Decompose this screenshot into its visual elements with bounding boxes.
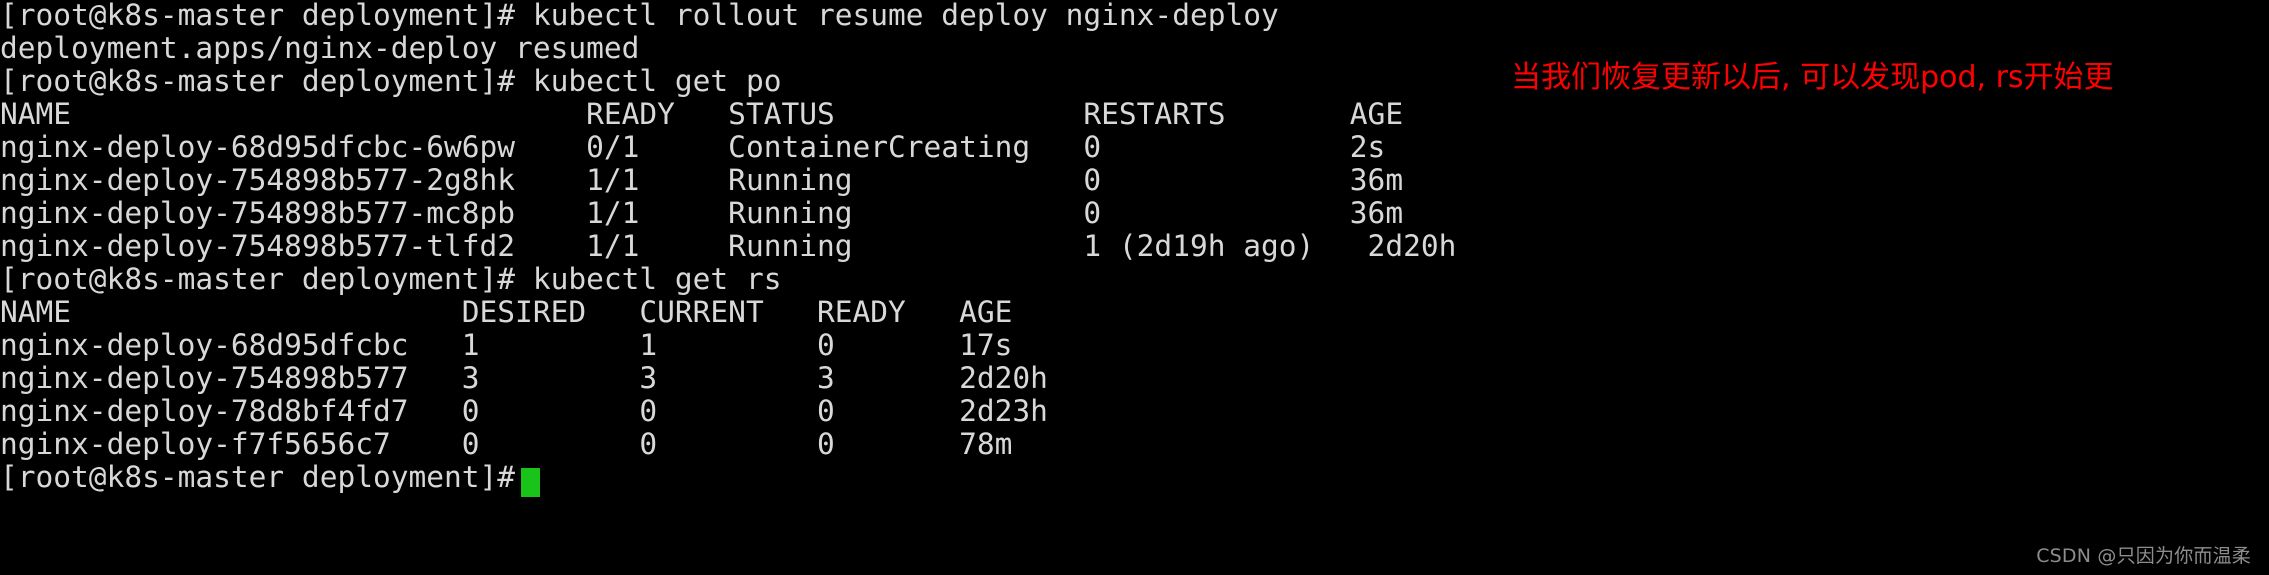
terminal-line-command-get-po: [root@k8s-master deployment]# kubectl ge… (0, 64, 782, 98)
terminal-line-output-resumed: deployment.apps/nginx-deploy resumed (0, 31, 640, 65)
csdn-watermark: CSDN @只因为你而温柔 (2036, 545, 2251, 567)
terminal-line-prompt-active: [root@k8s-master deployment]# (0, 460, 516, 494)
terminal-line-rs-row-3: nginx-deploy-78d8bf4fd7 0 0 0 2d23h (0, 394, 1048, 428)
terminal-line-command-get-rs: [root@k8s-master deployment]# kubectl ge… (0, 262, 782, 296)
terminal-line-rs-row-4: nginx-deploy-f7f5656c7 0 0 0 78m (0, 427, 1013, 461)
terminal-cursor (521, 468, 540, 497)
terminal-line-pod-row-2: nginx-deploy-754898b577-2g8hk 1/1 Runnin… (0, 163, 1404, 197)
terminal-window[interactable]: [root@k8s-master deployment]# kubectl ro… (0, 0, 2269, 575)
terminal-line-rs-row-1: nginx-deploy-68d95dfcbc 1 1 0 17s (0, 328, 1013, 362)
terminal-line-rs-table-header: NAME DESIRED CURRENT READY AGE (0, 295, 1013, 329)
terminal-line-pod-row-3: nginx-deploy-754898b577-mc8pb 1/1 Runnin… (0, 196, 1404, 230)
terminal-line-rs-row-2: nginx-deploy-754898b577 3 3 3 2d20h (0, 361, 1048, 395)
terminal-line-pod-row-4: nginx-deploy-754898b577-tlfd2 1/1 Runnin… (0, 229, 1457, 263)
terminal-line-pod-table-header: NAME READY STATUS RESTARTS AGE (0, 97, 1404, 131)
terminal-line-command-rollout-resume: [root@k8s-master deployment]# kubectl ro… (0, 0, 1279, 32)
annotation-text: 当我们恢复更新以后, 可以发现pod, rs开始更 (1511, 60, 2114, 95)
terminal-line-pod-row-1: nginx-deploy-68d95dfcbc-6w6pw 0/1 Contai… (0, 130, 1386, 164)
